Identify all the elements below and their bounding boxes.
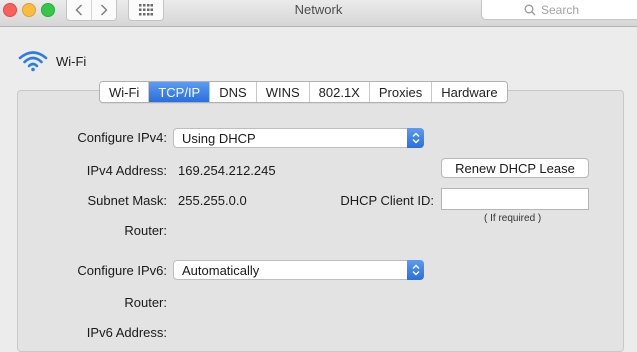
tab-wifi[interactable]: Wi-Fi — [100, 82, 150, 102]
title-bar: Network Search — [0, 0, 637, 27]
search-input[interactable]: Search — [481, 0, 637, 20]
tab-bar: Wi-Fi TCP/IP DNS WINS 802.1X Proxies Har… — [99, 81, 508, 103]
interface-name: Wi-Fi — [56, 53, 87, 69]
tab-dns[interactable]: DNS — [210, 82, 257, 102]
dhcp-client-id-hint: ( If required ) — [484, 213, 542, 224]
ipv4-address-label: IPv4 Address: — [86, 163, 167, 178]
configure-ipv4-select[interactable]: Using DHCP — [173, 128, 424, 148]
configure-ipv4-value: Using DHCP — [182, 130, 256, 146]
router-label: Router: — [124, 223, 167, 238]
subnet-mask-label: Subnet Mask: — [87, 193, 168, 208]
tab-proxies[interactable]: Proxies — [369, 82, 433, 102]
wifi-icon — [18, 51, 48, 72]
renew-dhcp-lease-button[interactable]: Renew DHCP Lease — [441, 158, 589, 178]
updown-arrows-icon — [407, 260, 424, 280]
tab-tcpip[interactable]: TCP/IP — [149, 82, 211, 102]
router6-label: Router: — [124, 295, 167, 310]
configure-ipv4-label: Configure IPv4: — [77, 130, 167, 145]
dhcp-client-id-label: DHCP Client ID: — [340, 193, 434, 208]
tab-hardware[interactable]: Hardware — [432, 82, 507, 102]
search-icon — [524, 4, 536, 16]
configure-ipv6-select[interactable]: Automatically — [173, 260, 424, 280]
ipv4-address-value: 169.254.212.245 — [178, 163, 276, 178]
dhcp-client-id-field[interactable] — [441, 188, 589, 210]
updown-arrows-icon — [407, 128, 424, 148]
configure-ipv6-value: Automatically — [182, 262, 260, 278]
configure-ipv6-label: Configure IPv6: — [77, 263, 167, 278]
tab-wins[interactable]: WINS — [256, 82, 310, 102]
subnet-mask-value: 255.255.0.0 — [178, 193, 247, 208]
search-placeholder: Search — [541, 2, 580, 17]
interface-header: Wi-Fi — [18, 50, 86, 72]
tab-8021x[interactable]: 802.1X — [309, 82, 370, 102]
